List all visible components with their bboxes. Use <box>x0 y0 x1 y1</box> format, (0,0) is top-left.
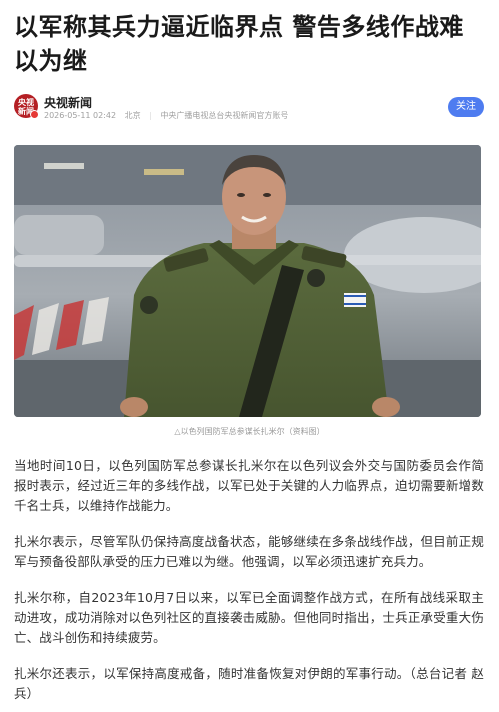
article-paragraph: 扎米尔还表示，以军保持高度戒备，随时准备恢复对伊朗的军事行动。（总台记者 赵兵） <box>14 666 484 701</box>
article-paragraph: 扎米尔称，自2023年10月7日以来，以军已全面调整作战方式，在所有战线采取主动… <box>14 590 484 645</box>
publish-location: 北京 <box>124 111 141 120</box>
article-photo <box>14 145 481 417</box>
article-page: 以军称其兵力逼近临界点 警告多线作战难以为继 央视新闻 央视新闻 2026-05… <box>0 0 499 712</box>
article-paragraph: 扎米尔表示，尽管军队仍保持高度战备状态，能够继续在多条战线作战，但目前正规军与预… <box>14 534 484 569</box>
follow-button[interactable]: 关注 <box>448 97 484 117</box>
source-name[interactable]: 央视新闻 <box>44 94 92 111</box>
article-title: 以军称其兵力逼近临界点 警告多线作战难以为继 <box>14 13 464 75</box>
image-caption: △以色列国防军总参谋长扎米尔（资料图） <box>174 427 325 436</box>
verified-badge-icon <box>30 110 39 119</box>
source-description: 中央广播电视总台央视新闻官方账号 <box>160 111 289 120</box>
source-avatar[interactable]: 央视新闻 <box>14 94 39 119</box>
publish-date: 2026-05-11 02:42 <box>44 111 117 120</box>
article-paragraph: 当地时间10日，以色列国防军总参谋长扎米尔在以色列议会外交与国防委员会作简报时表… <box>14 458 484 513</box>
source-meta: 2026-05-11 02:42 北京 | 中央广播电视总台央视新闻官方账号 <box>44 111 289 120</box>
officer-photo-illustration <box>14 145 481 417</box>
source-bar: 央视新闻 央视新闻 2026-05-11 02:42 北京 | 中央广播电视总台… <box>14 94 484 124</box>
